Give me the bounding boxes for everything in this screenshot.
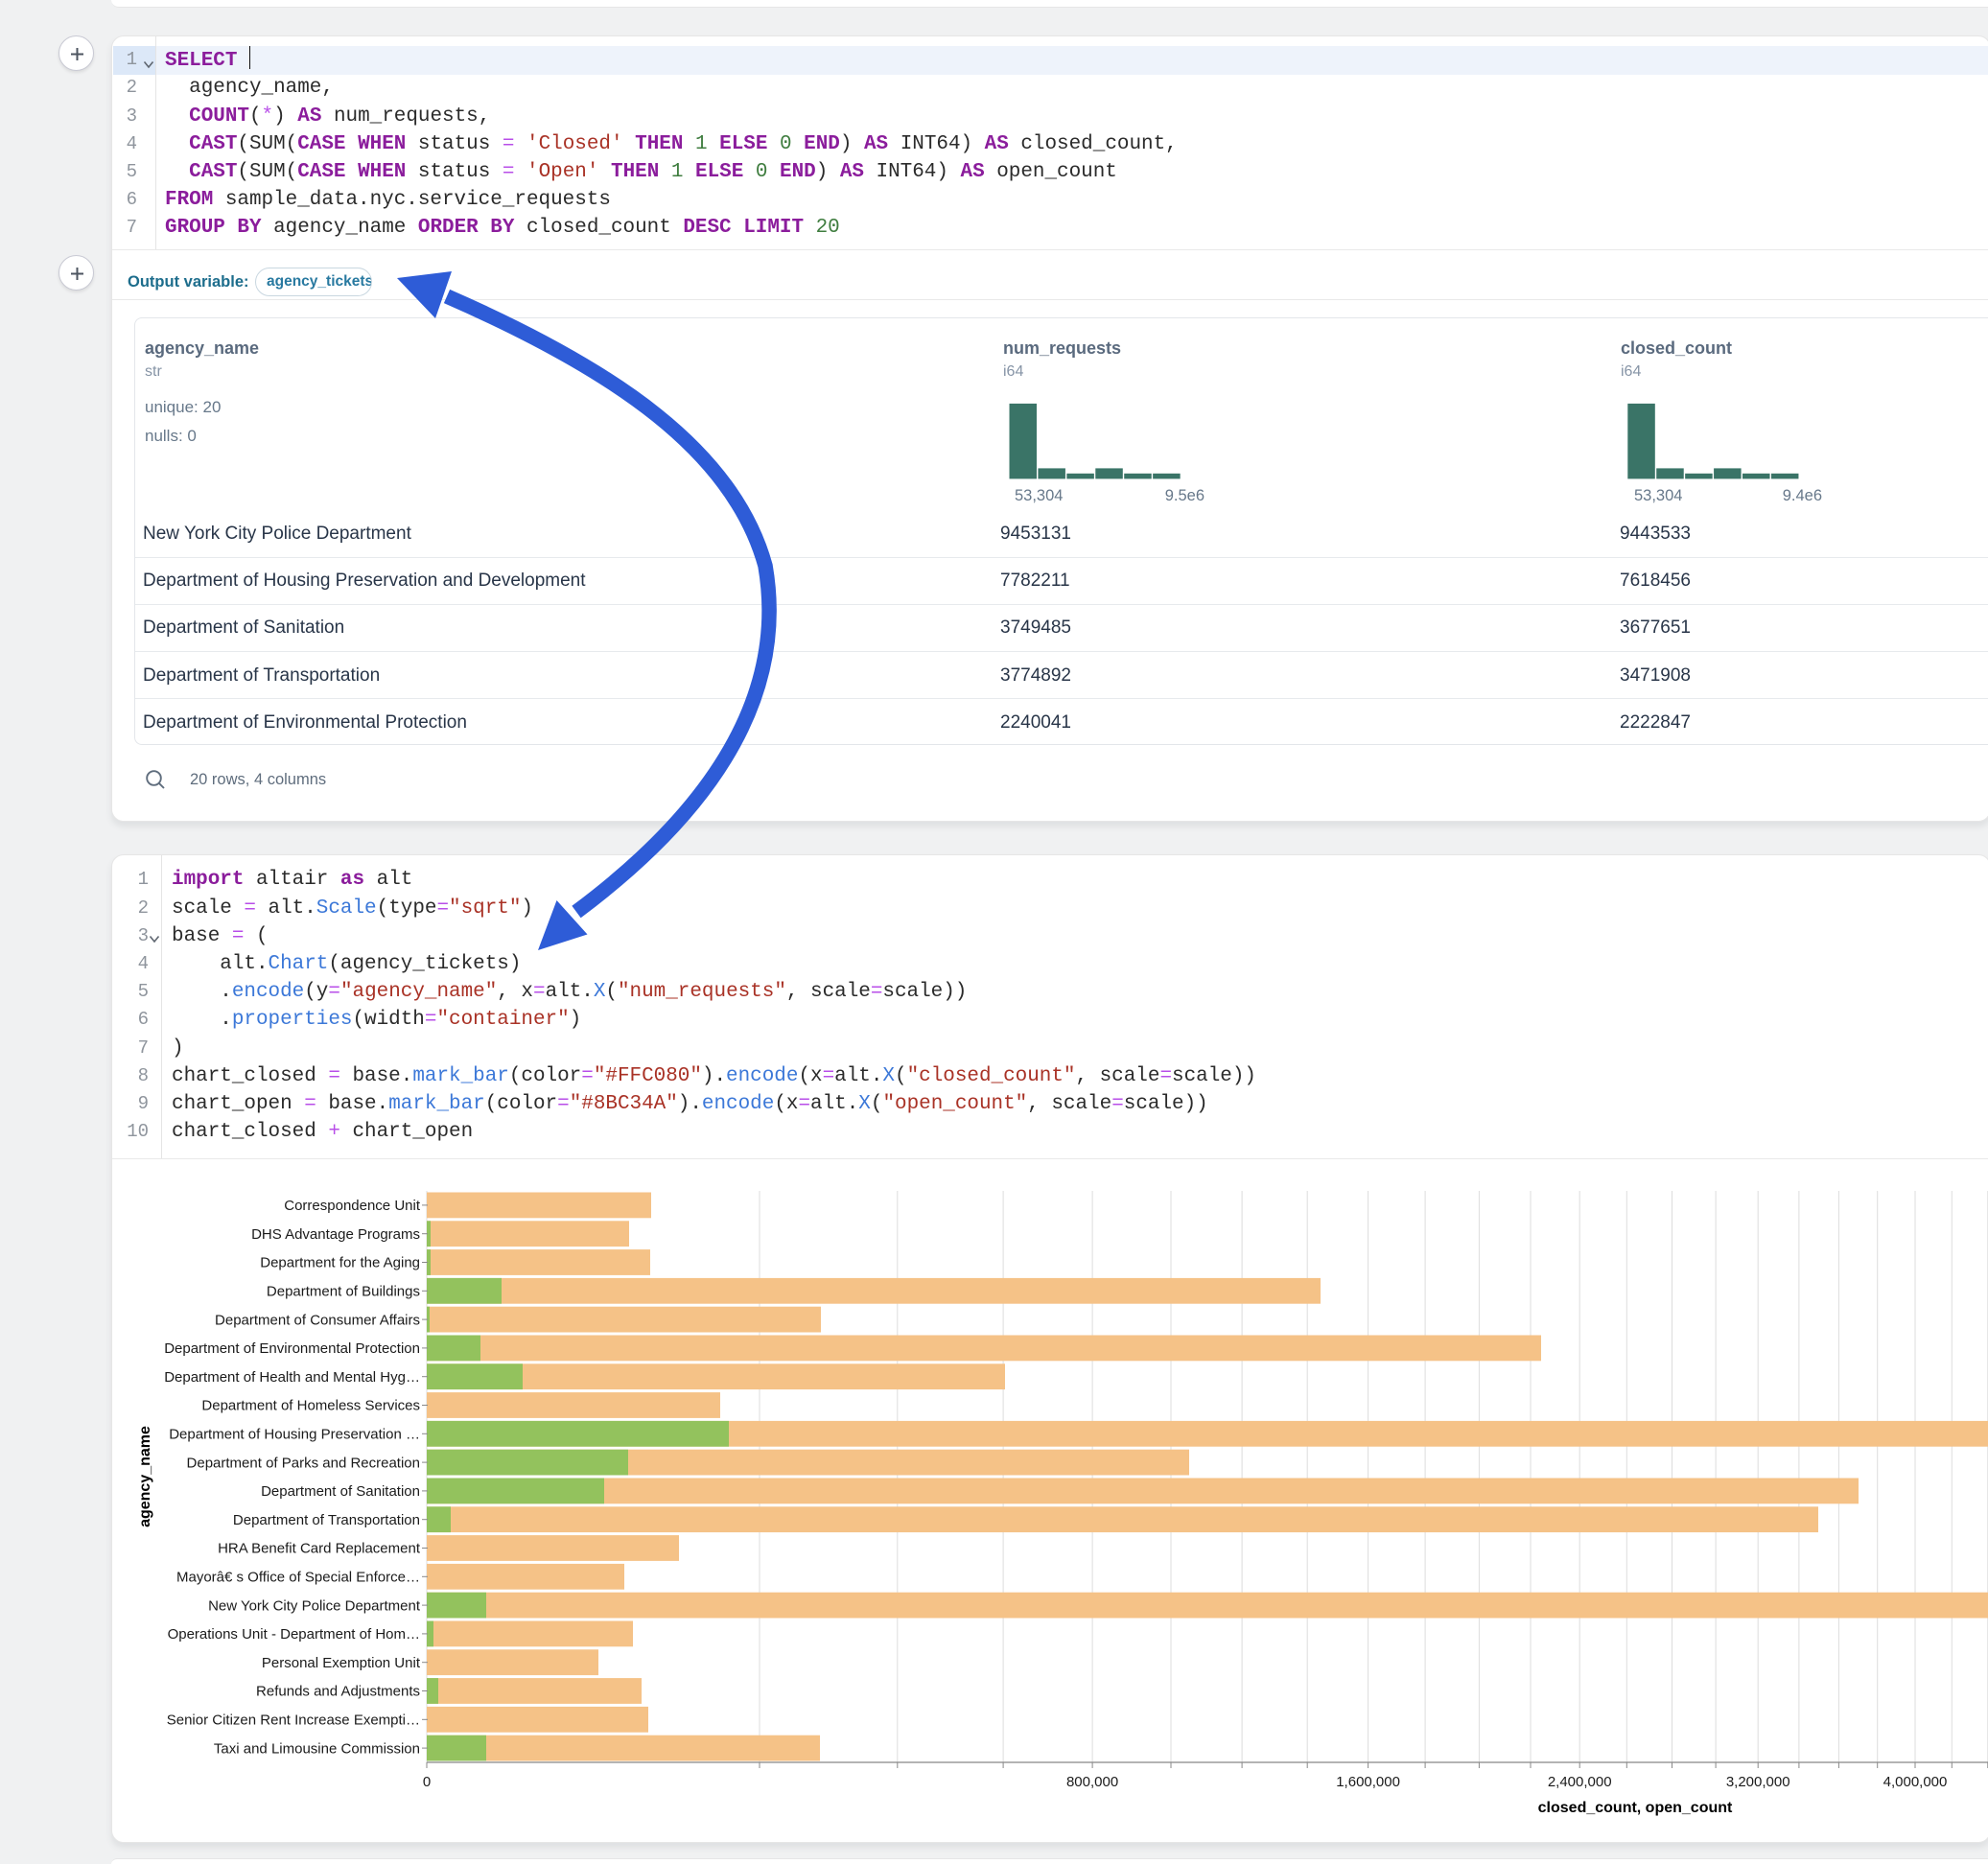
svg-text:Department of Homeless Service: Department of Homeless Services <box>201 1398 420 1414</box>
svg-text:HRA Benefit Card Replacement: HRA Benefit Card Replacement <box>218 1541 421 1557</box>
svg-text:Correspondence Unit: Correspondence Unit <box>284 1198 421 1214</box>
svg-text:Mayorâ€ s Office of Special En: Mayorâ€ s Office of Special Enforce… <box>176 1570 420 1586</box>
svg-text:800,000: 800,000 <box>1066 1774 1118 1790</box>
svg-text:Department of Parks and Recrea: Department of Parks and Recreation <box>187 1455 420 1471</box>
svg-text:4,000,000: 4,000,000 <box>1883 1774 1948 1790</box>
svg-text:2,400,000: 2,400,000 <box>1548 1774 1612 1790</box>
svg-text:Senior Citizen Rent Increase E: Senior Citizen Rent Increase Exempti… <box>167 1713 420 1729</box>
svg-text:1,600,000: 1,600,000 <box>1336 1774 1400 1790</box>
svg-text:Department of Health and Menta: Department of Health and Mental Hyg… <box>164 1369 420 1386</box>
svg-text:0: 0 <box>423 1774 431 1790</box>
svg-text:Department of Housing Preserva: Department of Housing Preservation … <box>169 1427 420 1443</box>
svg-text:Department for the Aging: Department for the Aging <box>260 1255 420 1271</box>
svg-text:Refunds and Adjustments: Refunds and Adjustments <box>256 1684 420 1700</box>
svg-text:Department of Transportation: Department of Transportation <box>233 1512 420 1528</box>
svg-text:3,200,000: 3,200,000 <box>1726 1774 1790 1790</box>
svg-text:Personal Exemption Unit: Personal Exemption Unit <box>262 1655 421 1671</box>
svg-text:Department of Consumer Affairs: Department of Consumer Affairs <box>215 1312 420 1328</box>
svg-text:Department of Sanitation: Department of Sanitation <box>261 1483 420 1500</box>
svg-text:Operations Unit - Department o: Operations Unit - Department of Hom… <box>168 1626 420 1643</box>
svg-text:Department of Buildings: Department of Buildings <box>267 1284 420 1300</box>
svg-text:New York City Police Departmen: New York City Police Department <box>208 1597 421 1614</box>
svg-text:Department of Environmental Pr: Department of Environmental Protection <box>164 1340 420 1357</box>
svg-text:DHS Advantage Programs: DHS Advantage Programs <box>251 1226 420 1243</box>
svg-text:Taxi and Limousine Commission: Taxi and Limousine Commission <box>214 1740 420 1757</box>
svg-text:agency_name: agency_name <box>137 1426 153 1527</box>
svg-text:closed_count, open_count: closed_count, open_count <box>1538 1800 1733 1816</box>
